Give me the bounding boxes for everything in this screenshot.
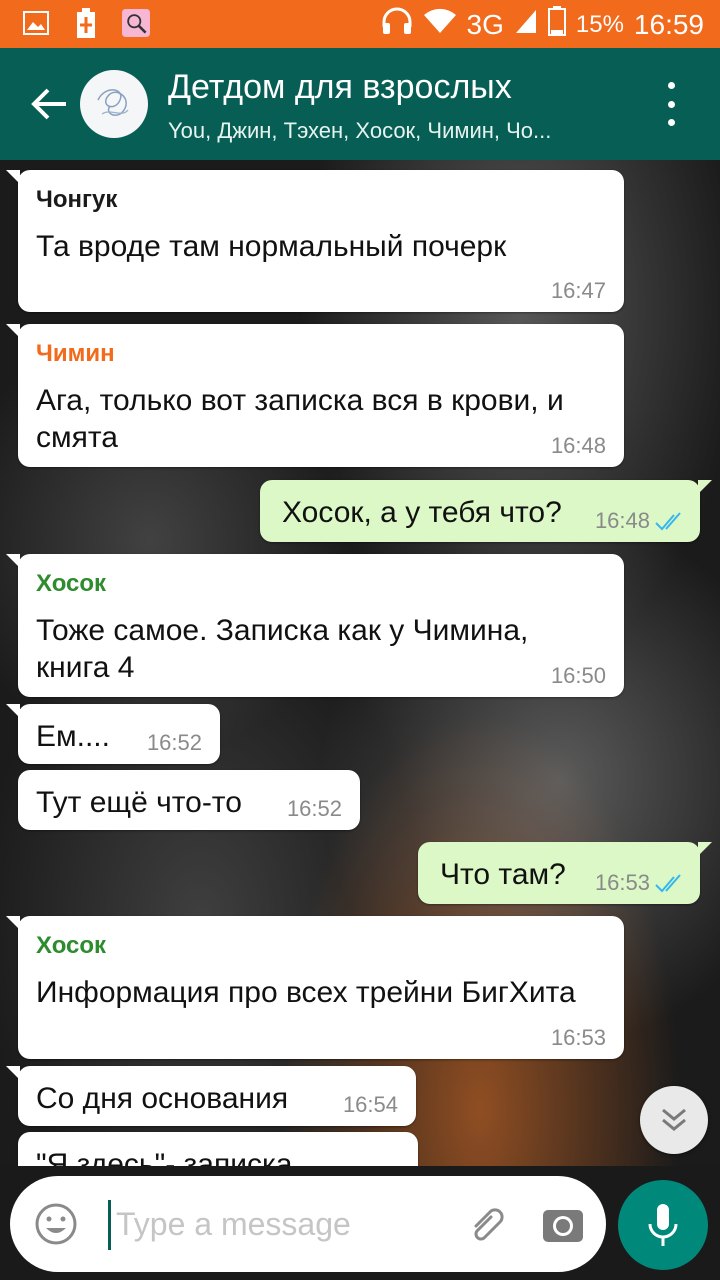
message-input[interactable]: Type a message	[116, 1206, 351, 1243]
signal-icon	[514, 8, 538, 41]
message-time: 16:52	[286, 796, 342, 821]
camera-icon[interactable]	[540, 1202, 586, 1248]
network-type: 3G	[466, 8, 504, 40]
message-time: 16:53	[594, 870, 650, 895]
message-time: 16:47	[550, 278, 606, 303]
arrow-left-icon[interactable]	[28, 82, 72, 126]
more-vert-icon[interactable]	[656, 82, 686, 126]
message-incoming[interactable]: Тут ещё что-то 16:52	[18, 770, 360, 830]
read-receipt-icon	[655, 512, 681, 531]
message-incoming[interactable]: Хосок Информация про всех трейни БигХита…	[6, 916, 624, 1059]
message-incoming[interactable]: Хосок Тоже самое. Записка как у Чимина, …	[6, 554, 624, 697]
battery-percent: 15%	[575, 10, 624, 38]
message-incoming[interactable]: "Я здесь"- записка	[18, 1132, 418, 1166]
battery-saver-icon	[72, 8, 100, 38]
message-time: 16:52	[146, 730, 202, 755]
emoji-icon[interactable]	[34, 1202, 78, 1246]
group-avatar[interactable]	[80, 70, 148, 138]
chat-header: Детдом для взрослых You, Джин, Тэхен, Хо…	[0, 48, 720, 160]
wifi-icon	[423, 8, 457, 41]
paperclip-icon[interactable]	[464, 1202, 510, 1248]
message-incoming[interactable]: Чимин Ага, только вот записка вся в кров…	[6, 324, 624, 467]
message-text: Та вроде там нормальный почерк	[36, 230, 507, 263]
chat-participants[interactable]: You, Джин, Тэхен, Хосок, Чимин, Чо...	[168, 118, 618, 144]
message-time: 16:48	[594, 508, 650, 533]
headphones-icon	[381, 7, 413, 42]
message-list[interactable]: Чонгук Та вроде там нормальный почерк 16…	[0, 160, 720, 1166]
message-outgoing[interactable]: Хосок, а у тебя что? 16:48	[260, 480, 712, 542]
message-incoming[interactable]: Со дня основания 16:54	[6, 1066, 416, 1126]
scroll-to-bottom-button[interactable]	[640, 1086, 708, 1154]
app-notification-icon	[122, 8, 150, 38]
message-time: 16:54	[342, 1092, 398, 1117]
message-text: Тоже самое. Записка как у Чимина, книга …	[36, 614, 529, 684]
microphone-icon	[648, 1204, 678, 1246]
message-sender: Хосок	[36, 570, 107, 597]
message-text: "Я здесь"- записка	[36, 1148, 293, 1166]
gallery-icon	[22, 8, 50, 38]
text-cursor	[108, 1200, 111, 1250]
message-composer[interactable]: Type a message	[10, 1176, 606, 1272]
chevron-down-icon	[662, 1108, 686, 1131]
message-time: 16:48	[550, 433, 606, 458]
status-bar: 3G 15% 16:59	[0, 0, 720, 48]
read-receipt-icon	[655, 874, 681, 893]
message-incoming[interactable]: Ем.... 16:52	[6, 704, 220, 764]
message-outgoing[interactable]: Что там? 16:53	[418, 842, 712, 904]
message-sender: Чонгук	[36, 186, 118, 213]
chat-title[interactable]: Детдом для взрослых	[168, 68, 512, 107]
clock: 16:59	[633, 8, 704, 40]
message-sender: Хосок	[36, 932, 107, 959]
message-sender: Чимин	[36, 340, 115, 367]
battery-icon	[547, 6, 566, 43]
message-text: Ага, только вот записка вся в крови, и с…	[36, 384, 564, 454]
message-incoming[interactable]: Чонгук Та вроде там нормальный почерк 16…	[6, 170, 624, 312]
message-time: 16:53	[550, 1025, 606, 1050]
microphone-button[interactable]	[618, 1180, 708, 1270]
message-time: 16:50	[550, 663, 606, 688]
message-text: Информация про всех трейни БигХита	[36, 976, 576, 1009]
